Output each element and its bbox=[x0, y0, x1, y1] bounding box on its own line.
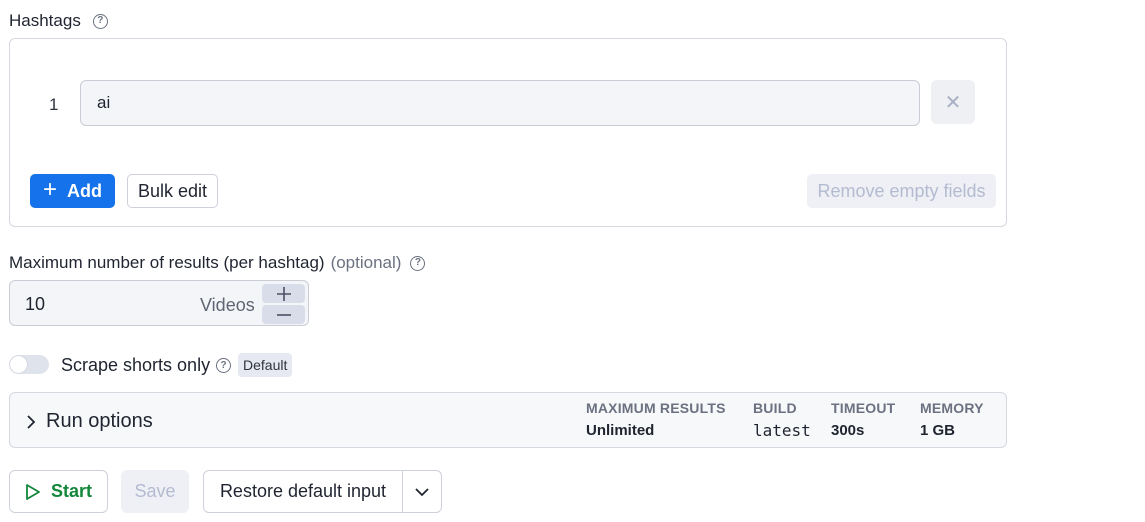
question-circle-icon[interactable]: ? bbox=[216, 358, 232, 373]
add-hashtag-button[interactable]: + Add bbox=[30, 174, 115, 208]
stat-value-max-results: Unlimited bbox=[586, 422, 655, 439]
start-button[interactable]: Start bbox=[9, 470, 108, 513]
plus-icon: + bbox=[42, 175, 57, 203]
hashtags-label: Hashtags bbox=[9, 11, 81, 30]
max-results-label-row: Maximum number of results (per hashtag) … bbox=[9, 253, 426, 273]
hashtag-input[interactable]: ai bbox=[80, 80, 920, 126]
play-icon bbox=[26, 483, 40, 500]
run-options-header[interactable]: Run options bbox=[26, 410, 153, 433]
save-button[interactable]: Save bbox=[121, 470, 189, 513]
add-button-label: Add bbox=[67, 180, 102, 201]
max-results-unit: Videos bbox=[200, 295, 255, 315]
hashtag-row-index: 1 bbox=[49, 95, 59, 114]
stat-header-build: BUILD bbox=[753, 400, 797, 416]
stat-value-build: latest bbox=[753, 421, 811, 440]
scrape-shorts-label-row: Scrape shorts only ? bbox=[61, 355, 232, 376]
restore-dropdown-button[interactable] bbox=[403, 471, 441, 512]
max-results-label: Maximum number of results (per hashtag) bbox=[9, 253, 325, 272]
chevron-down-icon bbox=[415, 487, 429, 496]
minus-icon bbox=[276, 313, 291, 316]
start-button-label: Start bbox=[50, 481, 92, 501]
scrape-shorts-label: Scrape shorts only bbox=[61, 355, 211, 375]
run-options-title: Run options bbox=[46, 410, 153, 432]
default-badge: Default bbox=[238, 353, 293, 377]
restore-default-group: Restore default input bbox=[203, 470, 442, 513]
scrape-shorts-toggle[interactable] bbox=[9, 355, 49, 374]
bulk-edit-button[interactable]: Bulk edit bbox=[127, 174, 218, 208]
decrement-button[interactable] bbox=[262, 305, 305, 324]
stat-value-memory: 1 GB bbox=[920, 422, 956, 439]
stat-header-memory: MEMORY bbox=[920, 400, 984, 416]
stat-header-max-results: MAXIMUM RESULTS bbox=[586, 400, 726, 416]
plus-icon bbox=[276, 286, 291, 301]
increment-button[interactable] bbox=[262, 284, 305, 303]
close-icon: ✕ bbox=[944, 91, 962, 114]
stat-header-timeout: TIMEOUT bbox=[831, 400, 896, 416]
question-circle-icon[interactable]: ? bbox=[92, 13, 108, 29]
question-circle-icon[interactable]: ? bbox=[410, 255, 426, 271]
optional-label: (optional) bbox=[330, 253, 402, 272]
remove-empty-fields-button[interactable]: Remove empty fields bbox=[807, 174, 996, 208]
remove-hashtag-button[interactable]: ✕ bbox=[931, 80, 975, 124]
chevron-right-icon bbox=[27, 414, 36, 429]
stat-value-timeout: 300s bbox=[831, 422, 865, 439]
restore-default-button[interactable]: Restore default input bbox=[204, 471, 403, 512]
toggle-knob bbox=[10, 356, 27, 373]
max-results-value[interactable]: 10 bbox=[25, 294, 45, 315]
hashtags-section-label: Hashtags ? bbox=[9, 11, 108, 31]
